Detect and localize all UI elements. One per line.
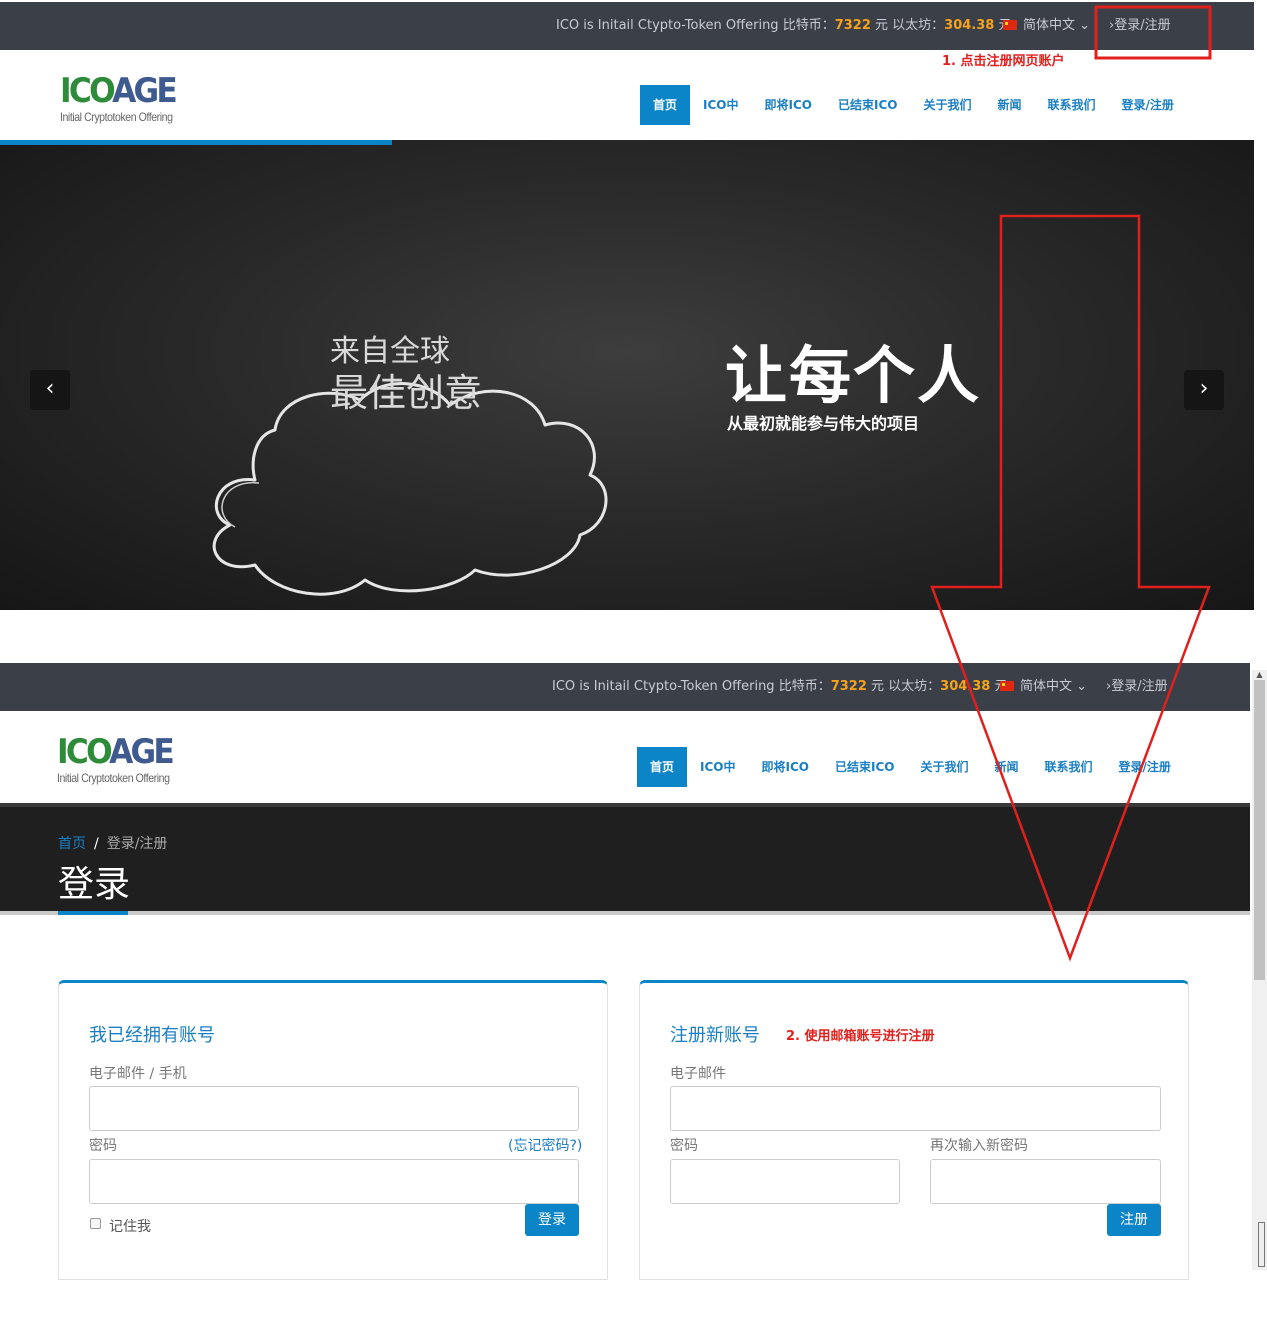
logo-brand-2: ICOAGE (57, 732, 175, 772)
language-selector[interactable]: 简体中文 ⌄ (1003, 2, 1090, 50)
site-header: ICOAGE Initial Cryptotoken Offering 首页 I… (0, 50, 1254, 142)
page-title: 登录 (58, 864, 131, 905)
site-logo-2[interactable]: ICOAGE Initial Cryptotoken Offering (57, 732, 175, 789)
logo-tagline: Initial Cryptotoken Offering (60, 110, 173, 124)
china-flag-icon (1000, 681, 1014, 691)
register-button[interactable]: 注册 (1107, 1204, 1161, 1236)
register-email-input[interactable] (670, 1086, 1161, 1131)
widget-handle-icon (1258, 1222, 1265, 1267)
logo-brand-ico: ICO (60, 71, 115, 111)
nav-item-home[interactable]: 首页 (637, 747, 688, 787)
nav-item-ico-ended[interactable]: 已结束ICO (825, 85, 910, 125)
nav-item-ico-ended[interactable]: 已结束ICO (822, 747, 907, 787)
language-selector-2[interactable]: 简体中文 ⌄ (1000, 663, 1087, 711)
scrollbar-thumb[interactable] (1254, 680, 1265, 980)
annotation-step1: 1. 点击注册网页账户 (942, 54, 1065, 69)
info-prefix: ICO is Initail Ctypto-Token Offering 比特币… (556, 18, 835, 33)
nav-item-about[interactable]: 关于我们 (907, 747, 981, 787)
scroll-up-arrow-icon[interactable]: ▲ (1252, 670, 1267, 679)
login-password-input[interactable] (89, 1159, 579, 1204)
hero-headline: 让每个人 (725, 339, 982, 412)
remember-me-label: 记住我 (109, 1219, 151, 1235)
eth-price-2: 304.38 (940, 679, 991, 694)
page-title-accent (58, 911, 128, 915)
chevron-down-icon: ⌄ (1079, 18, 1091, 33)
remember-me-checkbox[interactable] (90, 1218, 101, 1229)
login-button[interactable]: 登录 (525, 1204, 579, 1236)
breadcrumb: 首页 / 登录/注册 (58, 833, 167, 853)
page-header-divider (0, 911, 1250, 915)
nav-item-ico-live[interactable]: ICO中 (687, 747, 748, 787)
login-email-input[interactable] (89, 1086, 579, 1131)
slider-next-button[interactable]: › (1184, 370, 1224, 410)
logo-brand-ico-2: ICO (57, 732, 112, 772)
nav-item-login[interactable]: 登录/注册 (1109, 85, 1187, 125)
main-nav-2: 首页 ICO中 即将ICO 已结束ICO 关于我们 新闻 联系我们 登录/注册 (637, 747, 1184, 787)
site-header-2: ICOAGE Initial Cryptotoken Offering 首页 I… (0, 711, 1250, 803)
page-header: 首页 / 登录/注册 登录 (0, 803, 1250, 915)
logo-tagline-2: Initial Cryptotoken Offering (57, 771, 170, 785)
top-bar: ICO is Initail Ctypto-Token Offering 比特币… (0, 2, 1254, 50)
price-info: ICO is Initail Ctypto-Token Offering 比特币… (556, 2, 1011, 50)
info-mid-2: 元 以太坊： (866, 679, 941, 694)
chevron-left-icon: ‹ (45, 376, 55, 401)
register-password-input[interactable] (670, 1159, 900, 1204)
annotation-step2: 2. 使用邮箱账号进行注册 (786, 1029, 935, 1044)
hero-subline: 从最初就能参与伟大的项目 (727, 414, 920, 433)
btc-price-2: 7322 (830, 679, 867, 694)
register-repeat-label: 再次输入新密码 (930, 1138, 1028, 1154)
topbar-login-link[interactable]: ›登录/注册 (1109, 2, 1171, 50)
nav-item-ico-live[interactable]: ICO中 (690, 85, 751, 125)
topbar-login-label: 登录/注册 (1114, 18, 1171, 33)
login-password-label: 密码 (89, 1138, 117, 1154)
main-nav: 首页 ICO中 即将ICO 已结束ICO 关于我们 新闻 联系我们 登录/注册 (640, 85, 1187, 125)
topbar-login-link-2[interactable]: ›登录/注册 (1106, 663, 1168, 711)
breadcrumb-current: 登录/注册 (106, 836, 168, 852)
btc-price: 7322 (834, 18, 871, 33)
register-password-label: 密码 (670, 1138, 698, 1154)
hero-cloud-line2: 最佳创意 (330, 371, 483, 415)
slider-prev-button[interactable]: ‹ (30, 370, 70, 410)
eth-price: 304.38 (944, 18, 995, 33)
login-card-title: 我已经拥有账号 (89, 1025, 215, 1046)
language-label: 简体中文 (1023, 18, 1076, 33)
nav-item-login[interactable]: 登录/注册 (1106, 747, 1184, 787)
logo-brand-age-2: AGE (109, 732, 175, 772)
logo-brand: ICOAGE (60, 71, 178, 111)
price-info-2: ICO is Initail Ctypto-Token Offering 比特币… (552, 663, 1007, 711)
china-flag-icon (1003, 20, 1017, 30)
chevron-down-icon: ⌄ (1076, 679, 1088, 694)
nav-item-ico-upcoming[interactable]: 即将ICO (749, 747, 822, 787)
nav-item-contact[interactable]: 联系我们 (1032, 747, 1106, 787)
nav-item-ico-upcoming[interactable]: 即将ICO (752, 85, 825, 125)
breadcrumb-home-link[interactable]: 首页 (58, 836, 86, 852)
nav-item-about[interactable]: 关于我们 (910, 85, 984, 125)
page-scrollbar[interactable]: ▲ (1252, 670, 1267, 1270)
register-card-title: 注册新账号 (670, 1025, 760, 1046)
nav-item-home[interactable]: 首页 (640, 85, 691, 125)
nav-item-news[interactable]: 新闻 (981, 747, 1031, 787)
language-label-2: 简体中文 (1020, 679, 1073, 694)
top-bar-2: ICO is Initail Ctypto-Token Offering 比特币… (0, 663, 1250, 711)
slider-progress-bar (0, 140, 392, 145)
topbar-login-label-2: 登录/注册 (1111, 679, 1168, 694)
login-card: 我已经拥有账号 电子邮件 / 手机 密码 (忘记密码?) 记住我 登录 (58, 980, 608, 1280)
logo-brand-age: AGE (112, 71, 178, 111)
register-email-label: 电子邮件 (670, 1066, 726, 1082)
breadcrumb-separator: / (94, 836, 99, 852)
info-mid: 元 以太坊： (870, 18, 945, 33)
chevron-right-icon: › (1199, 376, 1209, 401)
login-email-label: 电子邮件 / 手机 (89, 1066, 187, 1082)
info-prefix-2: ICO is Initail Ctypto-Token Offering 比特币… (552, 679, 831, 694)
nav-item-contact[interactable]: 联系我们 (1035, 85, 1109, 125)
hero-slider: 来自全球 最佳创意 让每个人 从最初就能参与伟大的项目 ‹ › (0, 140, 1254, 610)
register-repeat-input[interactable] (930, 1159, 1161, 1204)
nav-item-news[interactable]: 新闻 (984, 85, 1034, 125)
site-logo[interactable]: ICOAGE Initial Cryptotoken Offering (60, 71, 178, 128)
forgot-password-link[interactable]: (忘记密码?) (508, 1135, 582, 1155)
